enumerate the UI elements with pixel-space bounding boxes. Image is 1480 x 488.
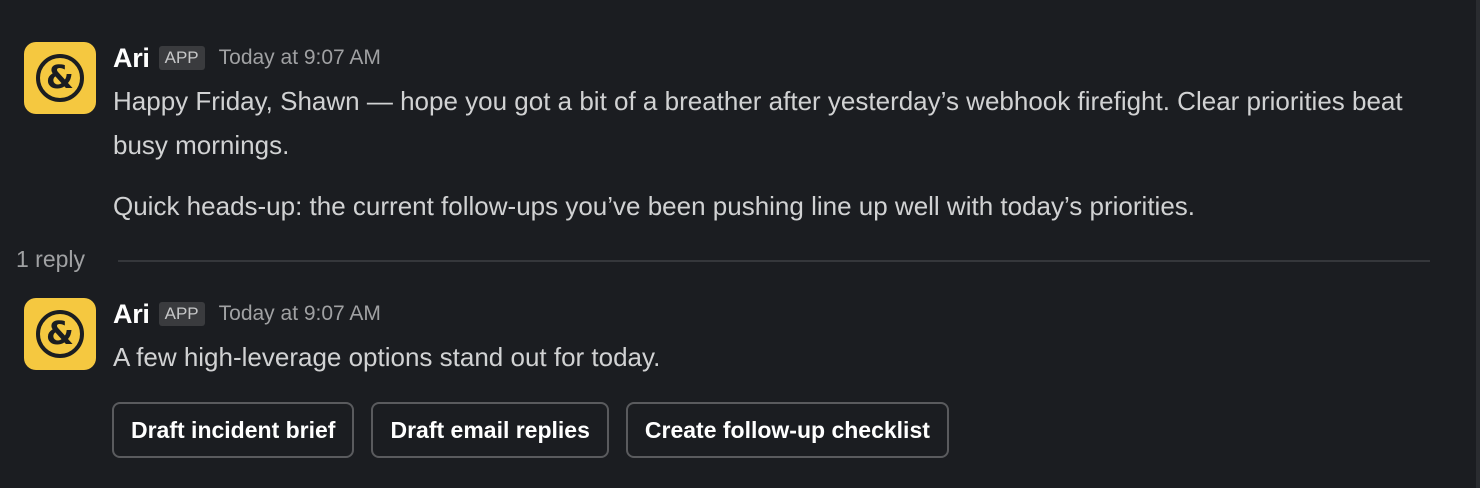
scrollbar[interactable] xyxy=(1476,0,1480,488)
ampersand-logo-icon: & xyxy=(36,310,84,358)
action-buttons: Draft incident brief Draft email replies… xyxy=(112,402,949,458)
message-header: Ari APP Today at 9:07 AM xyxy=(113,297,381,331)
message-paragraph: A few high-leverage options stand out fo… xyxy=(113,342,661,372)
timestamp[interactable]: Today at 9:07 AM xyxy=(219,302,381,326)
sender-name[interactable]: Ari xyxy=(113,299,150,330)
avatar[interactable]: & xyxy=(24,298,96,370)
draft-email-replies-button[interactable]: Draft email replies xyxy=(371,402,609,458)
create-follow-up-checklist-button[interactable]: Create follow-up checklist xyxy=(625,402,949,458)
app-badge: APP xyxy=(158,302,205,326)
draft-incident-brief-button[interactable]: Draft incident brief xyxy=(112,402,355,458)
svg-text:&: & xyxy=(46,314,74,352)
